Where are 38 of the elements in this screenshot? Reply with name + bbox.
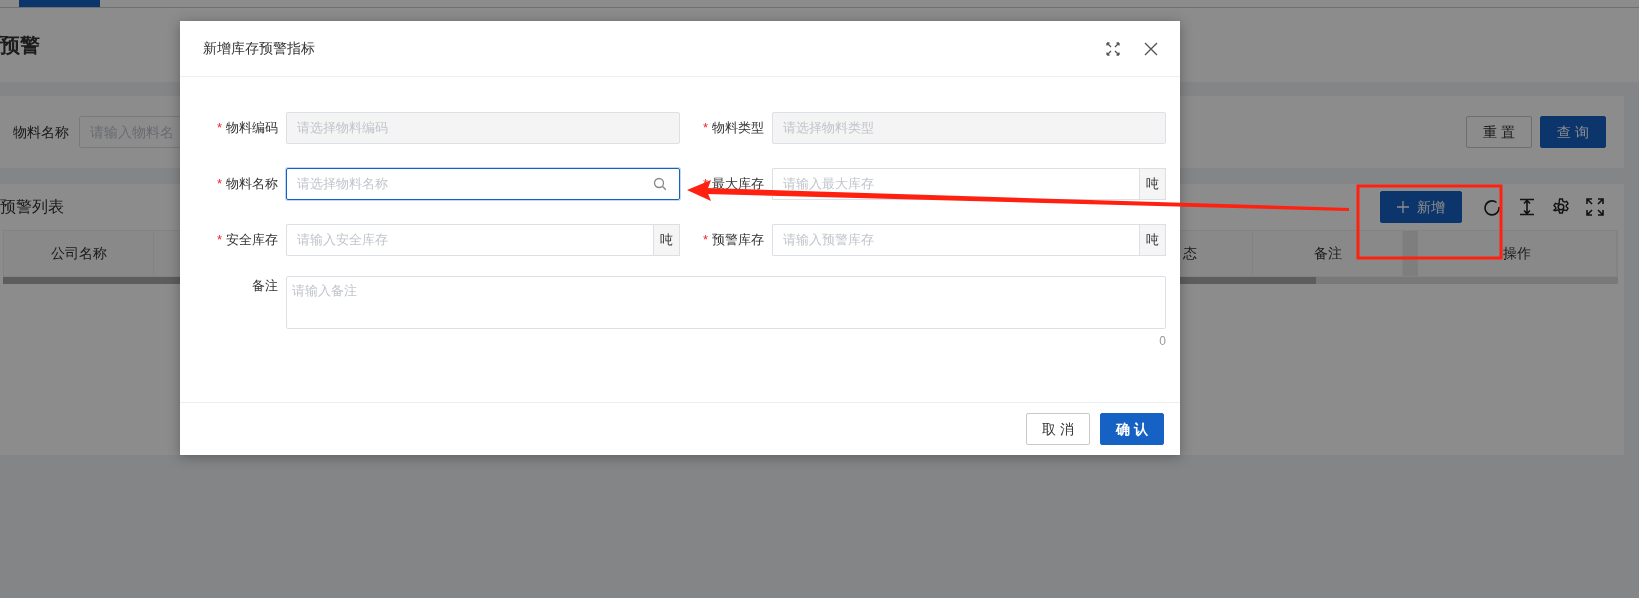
unit-label: 吨	[1139, 168, 1166, 200]
reset-button[interactable]: 重 置	[1466, 116, 1533, 148]
unit-label: 吨	[1139, 224, 1166, 256]
required-mark: *	[216, 176, 222, 192]
required-mark: *	[702, 120, 708, 136]
input-field[interactable]: 请输入安全库存	[286, 224, 653, 256]
character-count: 0	[1159, 334, 1166, 348]
field-label: * 安全库存	[215, 231, 279, 250]
search-icon	[653, 177, 667, 191]
field-label: * 预警库存	[701, 231, 765, 250]
search-field[interactable]: 请选择物料名称	[286, 168, 680, 200]
field-label: 备注	[251, 277, 279, 295]
refresh-icon[interactable]	[1484, 198, 1502, 216]
column-header: 公司名称	[4, 231, 154, 276]
table-title: 预警列表	[0, 197, 64, 217]
fullscreen-icon[interactable]	[1586, 198, 1604, 216]
add-button[interactable]: 新增	[1380, 191, 1462, 223]
settings-icon[interactable]	[1552, 198, 1570, 216]
field-label: * 物料编码	[215, 119, 279, 138]
dialog-title: 新增库存预警指标	[203, 40, 315, 57]
input-field[interactable]: 请输入预警库存	[772, 224, 1139, 256]
close-icon[interactable]	[1144, 41, 1158, 56]
confirm-button[interactable]: 确 认	[1100, 413, 1164, 445]
required-mark: *	[216, 120, 222, 136]
cancel-button[interactable]: 取 消	[1026, 413, 1090, 445]
required-mark: *	[216, 232, 222, 248]
search-button[interactable]: 查 询	[1540, 116, 1606, 148]
field-label: 物料名称	[13, 122, 69, 142]
column-header: 备注	[1253, 231, 1403, 276]
fullscreen-icon[interactable]	[1106, 41, 1120, 56]
remark-field[interactable]: 请输入备注	[286, 276, 1166, 329]
page-title: 预警	[0, 33, 40, 57]
column-height-icon[interactable]	[1518, 198, 1536, 216]
field-label: * 物料类型	[701, 119, 765, 138]
required-mark: *	[702, 232, 708, 248]
plus-icon	[1397, 201, 1409, 213]
field-label: * 物料名称	[215, 175, 279, 194]
unit-label: 吨	[653, 224, 680, 256]
